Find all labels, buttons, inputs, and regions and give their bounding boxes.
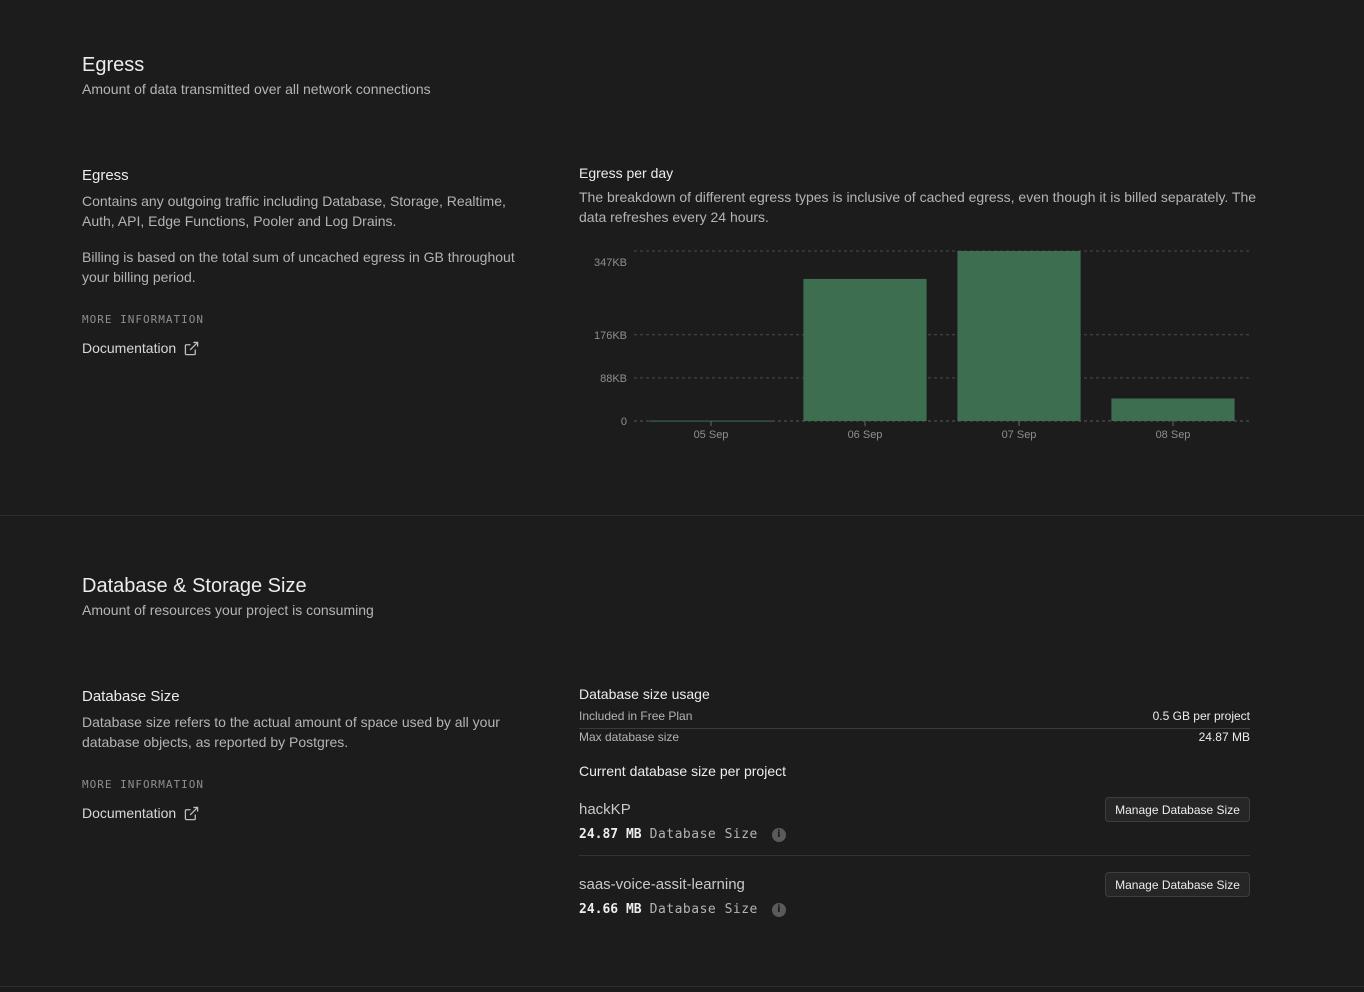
project-size-label: Database Size [649, 902, 758, 917]
project-name: hackKP [579, 801, 631, 818]
y-tick-label: 176KB [594, 330, 627, 342]
manage-database-size-button[interactable]: Manage Database Size [1105, 872, 1250, 897]
y-tick-label: 88KB [600, 373, 627, 385]
egress-chart-title: Egress per day [579, 165, 674, 181]
project-divider [579, 855, 1250, 856]
database-info-title: Database Size [82, 688, 180, 705]
y-tick-label: 0 [621, 416, 627, 428]
documentation-link-label: Documentation [82, 340, 177, 356]
usage-row-value: 24.87 MB [1198, 730, 1250, 744]
info-icon[interactable]: i [771, 902, 786, 917]
usage-row-divider [579, 728, 1250, 729]
egress-section-subtitle: Amount of data transmitted over all netw… [82, 81, 431, 97]
chart-bar [803, 278, 927, 421]
x-tick-label: 06 Sep [848, 429, 883, 441]
egress-chart-description: The breakdown of different egress types … [579, 189, 1257, 225]
egress-documentation-link[interactable]: Documentation [82, 340, 199, 356]
database-section-subtitle: Amount of resources your project is cons… [82, 602, 374, 618]
egress-info-description: Contains any outgoing traffic including … [82, 193, 506, 229]
egress-billing-description: Billing is based on the total sum of unc… [82, 249, 515, 285]
chart-bar [957, 251, 1081, 421]
database-section-title: Database & Storage Size [82, 575, 307, 597]
info-icon[interactable]: i [771, 827, 786, 842]
project-size: 24.87 MB Database Size i [579, 827, 786, 842]
project-size-label: Database Size [649, 827, 758, 842]
x-tick-label: 08 Sep [1156, 429, 1191, 441]
y-tick-label: 347KB [594, 257, 627, 269]
x-tick-label: 05 Sep [694, 429, 729, 441]
per-project-title: Current database size per project [579, 763, 786, 779]
egress-more-info-label: MORE INFORMATION [82, 313, 204, 326]
usage-row-value: 0.5 GB per project [1152, 709, 1250, 723]
x-tick-label: 07 Sep [1002, 429, 1037, 441]
egress-section-title: Egress [82, 54, 145, 76]
database-info-description: Database size refers to the actual amoun… [82, 714, 500, 750]
chart-bar [1111, 398, 1235, 421]
external-link-icon [184, 341, 199, 355]
egress-info-title: Egress [82, 167, 129, 184]
section-divider [0, 986, 1364, 987]
manage-database-size-button[interactable]: Manage Database Size [1105, 797, 1250, 822]
database-documentation-link[interactable]: Documentation [82, 805, 199, 821]
egress-per-day-chart: 0 88KB 176KB 347KB 05 Sep 06 Sep 07 Sep 08 Sep [594, 250, 1250, 441]
project-name: saas-voice-assit-learning [579, 876, 745, 893]
usage-row-label: Max database size [579, 730, 680, 744]
database-more-info-label: MORE INFORMATION [82, 778, 204, 791]
project-size-value: 24.66 MB [579, 902, 642, 917]
documentation-link-label: Documentation [82, 805, 177, 821]
external-link-icon [184, 806, 199, 820]
database-usage-title: Database size usage [579, 686, 710, 702]
project-size-value: 24.87 MB [579, 827, 642, 842]
project-size: 24.66 MB Database Size i [579, 902, 786, 917]
section-divider [0, 515, 1364, 516]
usage-row-label: Included in Free Plan [579, 709, 693, 723]
